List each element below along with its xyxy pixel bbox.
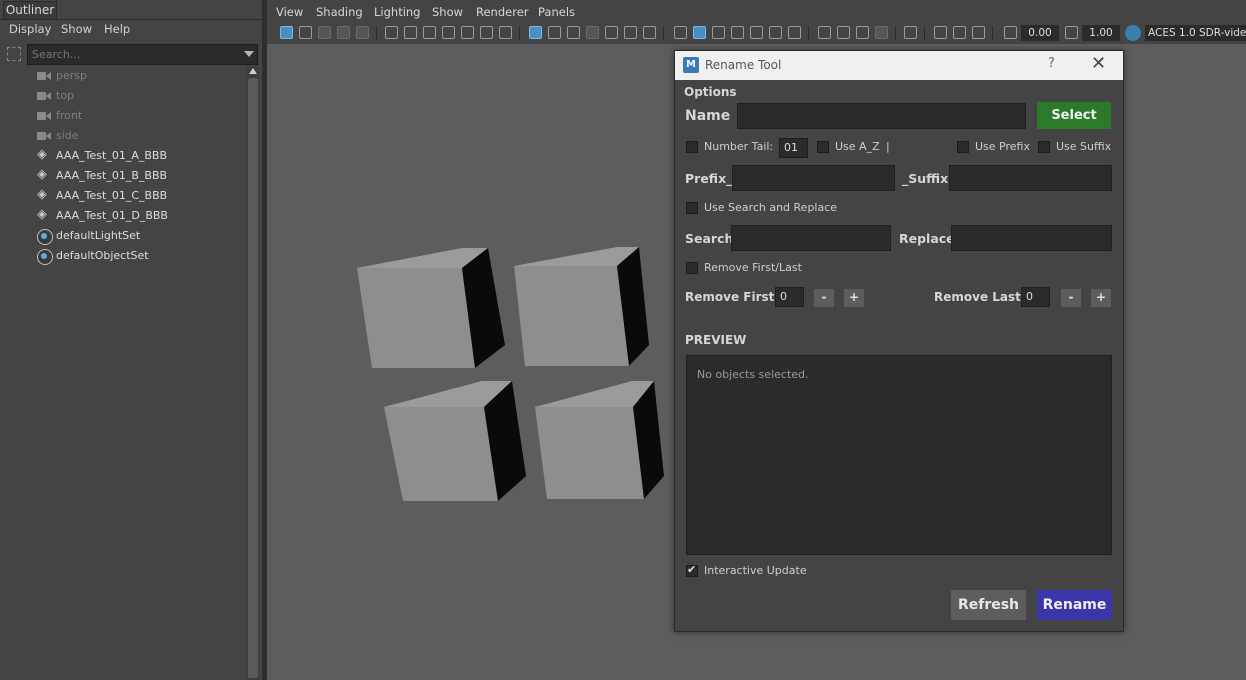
close-icon[interactable]: ✕: [1091, 53, 1106, 74]
filter-icon[interactable]: [7, 47, 21, 61]
transform-icon: [36, 207, 52, 222]
number-tail-label: Number Tail:: [704, 140, 774, 153]
preview-label: PREVIEW: [685, 333, 747, 347]
outliner-scrollbar[interactable]: [247, 66, 259, 680]
outliner-item-transform[interactable]: AAA_Test_01_B_BBB: [36, 166, 236, 186]
dialog-titlebar[interactable]: M Rename Tool ? ✕: [675, 51, 1123, 80]
camera-icon: [36, 70, 52, 82]
replace-field[interactable]: [951, 225, 1112, 251]
replace-input[interactable]: [952, 226, 1111, 250]
list-item-label: AAA_Test_01_B_BBB: [56, 169, 168, 182]
name-label: Name: [685, 108, 731, 124]
list-item-label: front: [56, 109, 83, 122]
use-suffix-checkbox[interactable]: [1038, 141, 1050, 153]
name-input[interactable]: [738, 104, 1025, 128]
outliner-search-field[interactable]: [27, 44, 258, 65]
outliner-item-side[interactable]: side: [36, 126, 236, 146]
preview-panel: No objects selected.: [686, 355, 1112, 555]
select-button[interactable]: Select: [1037, 102, 1111, 129]
name-field[interactable]: [737, 103, 1026, 129]
prefix-field[interactable]: [732, 165, 895, 191]
list-item-label: AAA_Test_01_C_BBB: [56, 189, 168, 202]
maya-app-icon: M: [683, 57, 699, 73]
help-icon[interactable]: ?: [1048, 56, 1055, 71]
outliner-item-persp[interactable]: persp: [36, 66, 236, 86]
object-set-icon: [37, 249, 53, 265]
list-item-label: persp: [56, 69, 87, 82]
remove-last-label: Remove Last:: [934, 290, 1026, 304]
outliner-menubar: Display Show Help: [0, 19, 262, 41]
options-label: Options: [684, 85, 737, 99]
rename-button[interactable]: Rename: [1037, 590, 1112, 620]
outliner-search-input[interactable]: [28, 45, 236, 64]
use-prefix-label: Use Prefix: [975, 140, 1030, 153]
list-item-label: defaultLightSet: [56, 229, 141, 242]
interactive-update-checkbox[interactable]: [686, 563, 698, 577]
transform-icon: [36, 167, 52, 182]
outliner-search-row: [0, 43, 262, 65]
suffix-label: _Suffix: [902, 171, 949, 186]
use-suffix-label: Use Suffix: [1056, 140, 1112, 153]
search-field[interactable]: [731, 225, 891, 251]
outliner-title-tab[interactable]: Outliner: [3, 1, 57, 20]
remove-first-minus-button[interactable]: -: [814, 289, 834, 307]
outliner-item-transform[interactable]: AAA_Test_01_C_BBB: [36, 186, 236, 206]
outliner-item-transform[interactable]: AAA_Test_01_D_BBB: [36, 206, 236, 226]
use-az-label: Use A_Z: [835, 140, 880, 153]
outliner-item-top[interactable]: top: [36, 86, 236, 106]
list-item-label: top: [56, 89, 75, 102]
use-az-cursor: |: [886, 140, 890, 153]
outliner-menu-help[interactable]: Help: [104, 22, 130, 36]
outliner-item-set[interactable]: defaultLightSet: [36, 226, 236, 246]
outliner-list: persp top front side AAA_Test_01_A_BBB A…: [0, 66, 245, 680]
outliner-menu-display[interactable]: Display: [9, 22, 51, 36]
interactive-update-label: Interactive Update: [704, 564, 807, 577]
refresh-button[interactable]: Refresh: [951, 590, 1026, 620]
remove-last-field[interactable]: 0: [1021, 287, 1050, 307]
list-item-label: side: [56, 129, 79, 142]
object-set-icon: [37, 229, 53, 245]
replace-label: Replace: [899, 231, 955, 246]
search-input[interactable]: [732, 226, 890, 250]
list-item-label: AAA_Test_01_D_BBB: [56, 209, 168, 222]
prefix-label: Prefix_: [685, 171, 733, 186]
use-prefix-checkbox[interactable]: [957, 141, 969, 153]
scrollbar-thumb[interactable]: [248, 78, 258, 678]
remove-last-plus-button[interactable]: +: [1091, 289, 1111, 307]
outliner-item-set[interactable]: defaultObjectSet: [36, 246, 236, 266]
number-tail-checkbox[interactable]: [686, 141, 698, 153]
list-item-label: defaultObjectSet: [56, 249, 149, 262]
outliner-item-front[interactable]: front: [36, 106, 236, 126]
rename-tool-dialog: M Rename Tool ? ✕ Options Name Select Nu…: [674, 50, 1124, 632]
list-item-label: AAA_Test_01_A_BBB: [56, 149, 168, 162]
number-tail-field[interactable]: 01: [779, 138, 808, 158]
remove-first-plus-button[interactable]: +: [844, 289, 864, 307]
remove-first-field[interactable]: 0: [775, 287, 804, 307]
use-search-replace-label: Use Search and Replace: [704, 201, 838, 214]
outliner-item-transform[interactable]: AAA_Test_01_A_BBB: [36, 146, 236, 166]
outliner-menu-show[interactable]: Show: [61, 22, 92, 36]
preview-text: No objects selected.: [697, 368, 809, 381]
suffix-input[interactable]: [950, 166, 1111, 190]
camera-icon: [36, 110, 52, 122]
camera-icon: [36, 130, 52, 142]
remove-first-label: Remove First:: [685, 290, 780, 304]
chevron-down-icon[interactable]: [244, 51, 254, 57]
prefix-input[interactable]: [733, 166, 894, 190]
use-az-checkbox[interactable]: [817, 141, 829, 153]
suffix-field[interactable]: [949, 165, 1112, 191]
remove-last-minus-button[interactable]: -: [1061, 289, 1081, 307]
scroll-up-arrow-icon[interactable]: [249, 68, 257, 74]
transform-icon: [36, 187, 52, 202]
remove-first-last-checkbox[interactable]: [686, 262, 698, 274]
transform-icon: [36, 147, 52, 162]
use-search-replace-checkbox[interactable]: [686, 202, 698, 214]
camera-icon: [36, 90, 52, 102]
remove-first-last-label: Remove First/Last: [704, 261, 802, 274]
dialog-title: Rename Tool: [705, 58, 782, 72]
search-label: Search: [685, 231, 734, 246]
outliner-panel: Outliner Display Show Help persp top fro…: [0, 0, 262, 680]
